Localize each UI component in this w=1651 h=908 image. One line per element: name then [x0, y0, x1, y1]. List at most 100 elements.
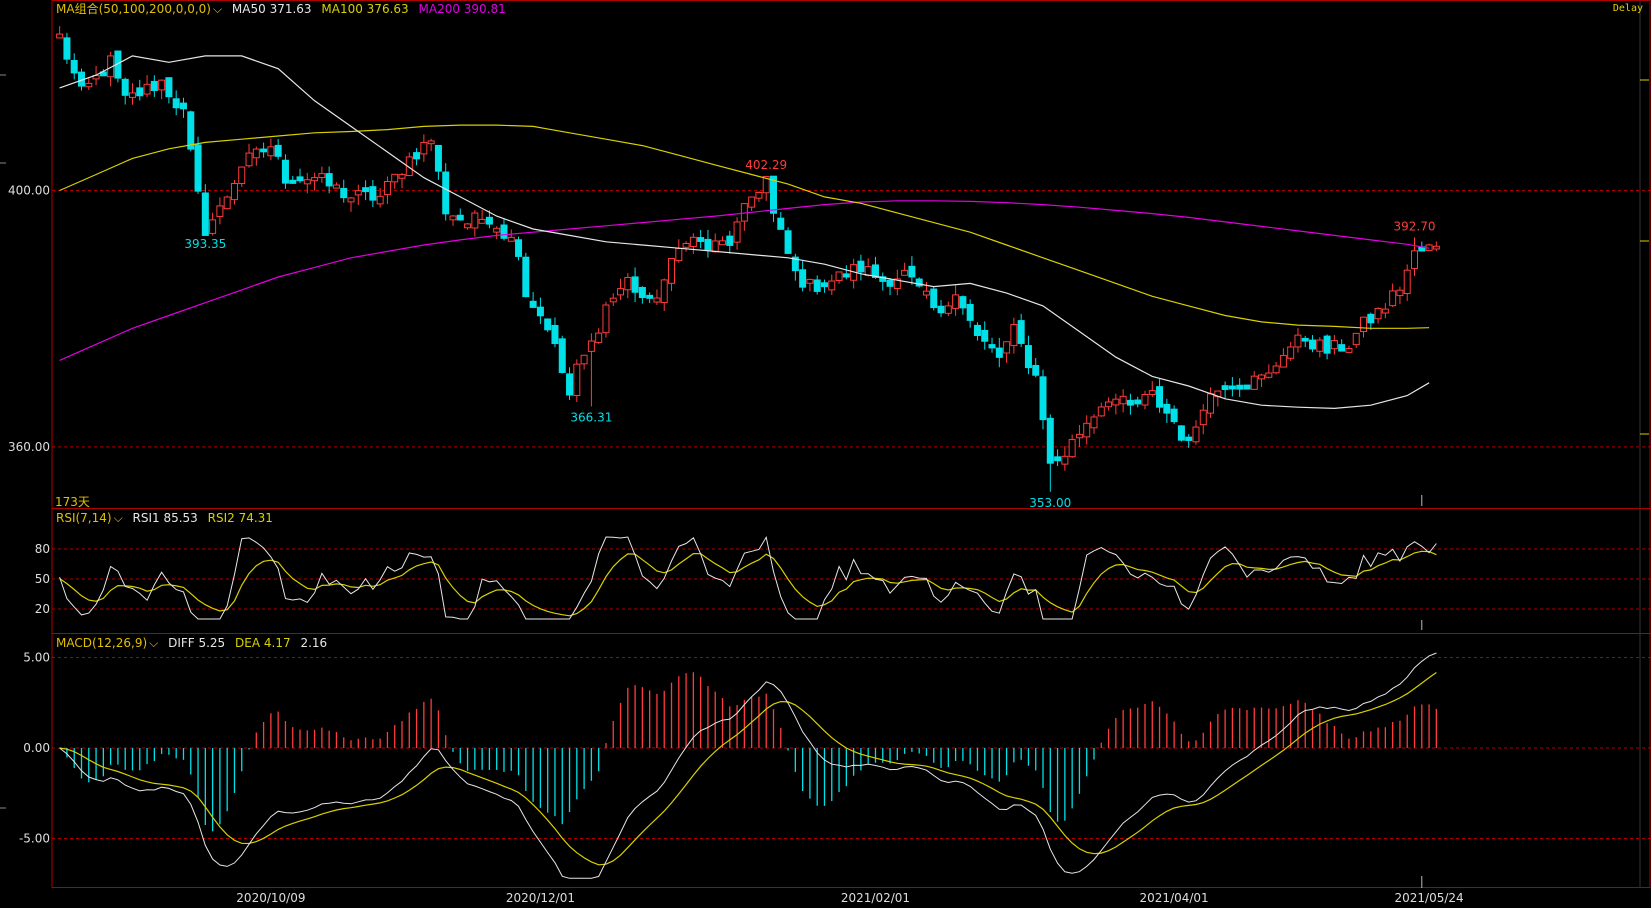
candle[interactable]: [405, 152, 413, 177]
stock-chart[interactable]: 393.35 366.31 402.29 353.00 392.70 400.00 360…: [0, 0, 1651, 908]
candle[interactable]: [609, 293, 617, 306]
candle[interactable]: [886, 278, 894, 296]
candle[interactable]: [1330, 335, 1338, 355]
candle[interactable]: [114, 50, 122, 83]
candle[interactable]: [391, 173, 399, 189]
candle[interactable]: [995, 337, 1003, 368]
candle[interactable]: [128, 83, 136, 105]
candle[interactable]: [624, 273, 632, 299]
candle[interactable]: [121, 77, 129, 105]
candle[interactable]: [456, 208, 464, 221]
candle[interactable]: [1323, 334, 1331, 360]
candle[interactable]: [289, 175, 297, 184]
candle[interactable]: [172, 90, 180, 116]
candle[interactable]: [806, 278, 814, 292]
chevron-down-icon[interactable]: ⌵: [213, 2, 222, 16]
candle[interactable]: [864, 258, 872, 277]
candle[interactable]: [544, 318, 552, 333]
candle[interactable]: [267, 138, 275, 161]
candle[interactable]: [383, 176, 391, 204]
candle[interactable]: [1374, 307, 1382, 324]
candle[interactable]: [515, 236, 523, 261]
candle[interactable]: [362, 180, 370, 201]
candle[interactable]: [1126, 393, 1134, 415]
candle[interactable]: [602, 301, 610, 338]
candle[interactable]: [434, 144, 442, 180]
candle[interactable]: [1068, 434, 1076, 459]
ma-indicator-label[interactable]: MA组合(50,100,200,0,0,0): [56, 2, 211, 16]
macd-panel[interactable]: [59, 652, 1438, 879]
candle[interactable]: [1389, 283, 1397, 308]
candle[interactable]: [1141, 390, 1149, 410]
candle[interactable]: [857, 254, 865, 281]
candle[interactable]: [216, 197, 224, 225]
candle[interactable]: [719, 236, 727, 246]
candle[interactable]: [1075, 425, 1083, 448]
candle[interactable]: [464, 222, 472, 230]
candle[interactable]: [1199, 404, 1207, 435]
candle[interactable]: [1112, 393, 1120, 415]
candle[interactable]: [1097, 402, 1105, 417]
candle[interactable]: [194, 136, 202, 194]
candle[interactable]: [143, 75, 151, 98]
candle[interactable]: [165, 77, 173, 104]
candle[interactable]: [1367, 312, 1375, 330]
candle[interactable]: [1163, 398, 1171, 423]
candle[interactable]: [595, 328, 603, 344]
candle[interactable]: [1403, 264, 1411, 301]
candle[interactable]: [1228, 377, 1236, 397]
candle[interactable]: [1432, 241, 1440, 252]
candle[interactable]: [449, 215, 457, 226]
candle[interactable]: [340, 179, 348, 203]
candle[interactable]: [1345, 345, 1353, 353]
candle[interactable]: [1046, 414, 1054, 492]
candle[interactable]: [1039, 369, 1047, 430]
candle[interactable]: [150, 75, 158, 97]
candle[interactable]: [835, 271, 843, 284]
candle[interactable]: [675, 239, 683, 263]
candle[interactable]: [245, 143, 253, 168]
candle[interactable]: [1083, 415, 1091, 445]
candle[interactable]: [85, 77, 93, 90]
candle[interactable]: [558, 335, 566, 374]
candle[interactable]: [748, 196, 756, 211]
candle[interactable]: [944, 301, 952, 317]
candle[interactable]: [682, 241, 690, 252]
candle[interactable]: [1396, 286, 1404, 305]
candle[interactable]: [522, 252, 530, 298]
chevron-down-icon[interactable]: ⌵: [114, 511, 123, 525]
candle[interactable]: [660, 278, 668, 311]
candle[interactable]: [478, 210, 486, 224]
candle[interactable]: [1010, 317, 1018, 354]
candle[interactable]: [529, 292, 537, 309]
candle[interactable]: [1017, 313, 1025, 348]
candle[interactable]: [354, 184, 362, 205]
candle[interactable]: [493, 226, 501, 240]
candle[interactable]: [325, 166, 333, 194]
chevron-down-icon[interactable]: ⌵: [149, 636, 158, 650]
candle[interactable]: [1024, 335, 1032, 375]
candle[interactable]: [777, 212, 785, 230]
candle[interactable]: [1338, 339, 1346, 352]
candle[interactable]: [420, 134, 428, 162]
candle[interactable]: [1156, 379, 1164, 413]
candle[interactable]: [959, 295, 967, 315]
candle[interactable]: [1360, 316, 1368, 338]
candle[interactable]: [733, 217, 741, 250]
candle[interactable]: [1214, 390, 1222, 407]
candle[interactable]: [653, 289, 661, 305]
candle[interactable]: [1411, 237, 1419, 277]
candle[interactable]: [158, 79, 166, 100]
candle[interactable]: [1134, 396, 1142, 408]
candle[interactable]: [1148, 381, 1156, 397]
candle[interactable]: [63, 32, 71, 64]
candle[interactable]: [981, 321, 989, 350]
candle[interactable]: [56, 26, 64, 39]
candle[interactable]: [296, 168, 304, 184]
candle[interactable]: [507, 229, 515, 242]
candle[interactable]: [740, 203, 748, 231]
candle[interactable]: [966, 299, 974, 328]
candle[interactable]: [711, 233, 719, 253]
candle[interactable]: [376, 188, 384, 208]
candle[interactable]: [551, 317, 559, 348]
